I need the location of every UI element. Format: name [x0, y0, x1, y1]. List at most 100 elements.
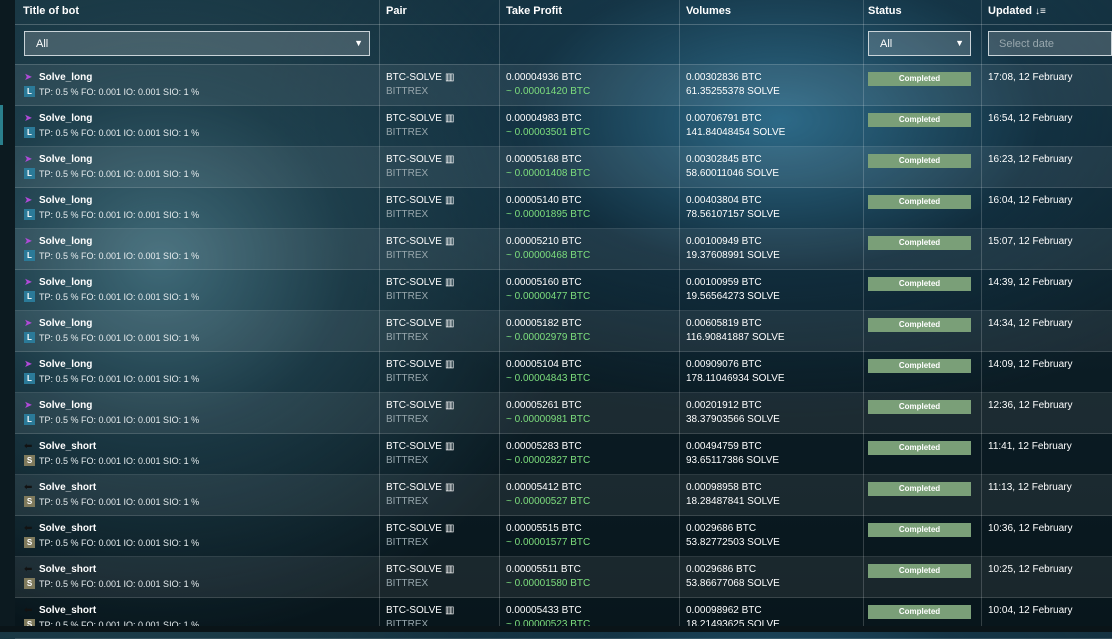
volume-solve: 19.37608991 SOLVE: [686, 250, 780, 261]
chart-icon[interactable]: ▥: [445, 400, 454, 411]
table-row[interactable]: ⬅ Solve_short S TP: 0.5 % FO: 0.001 IO: 0.0…: [15, 516, 1112, 557]
take-profit-value: 0.00005182 BTC: [506, 318, 582, 329]
table-row[interactable]: ➤ Solve_long L TP: 0.5 % FO: 0.001 IO: 0.00…: [15, 106, 1112, 147]
bot-title[interactable]: Solve_long: [39, 154, 92, 165]
chart-icon[interactable]: ▥: [445, 482, 454, 493]
chart-icon[interactable]: ▥: [445, 605, 454, 616]
long-bot-icon: ➤: [24, 359, 33, 370]
pair-label: BTC-SOLVE: [386, 72, 442, 83]
chart-icon[interactable]: ▥: [445, 318, 454, 329]
exchange-label: BITTREX: [386, 373, 429, 384]
bot-title[interactable]: Solve_long: [39, 236, 92, 247]
horizontal-scrollbar[interactable]: [0, 626, 1112, 632]
chart-icon[interactable]: ▥: [445, 113, 454, 124]
bot-title[interactable]: Solve_short: [39, 564, 96, 575]
pair-cell: BTC-SOLVE ▥: [386, 277, 454, 288]
bot-title[interactable]: Solve_short: [39, 605, 96, 616]
take-profit-diff: ~ 0.00000468 BTC: [506, 250, 591, 261]
table-row[interactable]: ⬅ Solve_short S TP: 0.5 % FO: 0.001 IO: 0.0…: [15, 475, 1112, 516]
table-row[interactable]: ➤ Solve_long L TP: 0.5 % FO: 0.001 IO: 0.00…: [15, 352, 1112, 393]
exchange-label: BITTREX: [386, 414, 429, 425]
bot-type-badge: L: [24, 250, 35, 261]
header-volumes[interactable]: Volumes: [686, 5, 731, 17]
bot-title[interactable]: Solve_long: [39, 318, 92, 329]
updated-time: 11:41, 12 February: [988, 441, 1072, 452]
updated-time: 10:25, 12 February: [988, 564, 1073, 575]
table-row[interactable]: ➤ Solve_long L TP: 0.5 % FO: 0.001 IO: 0.00…: [15, 270, 1112, 311]
exchange-label: BITTREX: [386, 537, 429, 548]
header-updated[interactable]: Updated ↓≡: [988, 5, 1046, 17]
bot-params: TP: 0.5 % FO: 0.001 IO: 0.001 SIO: 1 %: [39, 87, 200, 97]
pair-label: BTC-SOLVE: [386, 318, 442, 329]
volume-btc: 0.00909076 BTC: [686, 359, 762, 370]
bot-title[interactable]: Solve_long: [39, 113, 92, 124]
pair-cell: BTC-SOLVE ▥: [386, 195, 454, 206]
bot-title[interactable]: Solve_long: [39, 359, 92, 370]
pair-label: BTC-SOLVE: [386, 195, 442, 206]
bot-type-badge: L: [24, 168, 35, 179]
header-status[interactable]: Status: [868, 5, 902, 17]
bot-type-badge: L: [24, 414, 35, 425]
pair-label: BTC-SOLVE: [386, 400, 442, 411]
bot-title[interactable]: Solve_long: [39, 195, 92, 206]
long-bot-icon: ➤: [24, 113, 33, 124]
chart-icon[interactable]: ▥: [445, 441, 454, 452]
status-badge: Completed: [868, 441, 971, 455]
exchange-label: BITTREX: [386, 332, 429, 343]
chart-icon[interactable]: ▥: [445, 195, 454, 206]
header-take-profit[interactable]: Take Profit: [506, 5, 562, 17]
table-row[interactable]: ➤ Solve_long L TP: 0.5 % FO: 0.001 IO: 0.00…: [15, 393, 1112, 434]
table-row[interactable]: ➤ Solve_long L TP: 0.5 % FO: 0.001 IO: 0.00…: [15, 311, 1112, 352]
date-filter-input[interactable]: Select date: [988, 31, 1112, 56]
status-badge: Completed: [868, 236, 971, 250]
status-badge: Completed: [868, 154, 971, 168]
chart-icon[interactable]: ▥: [445, 359, 454, 370]
volume-btc: 0.00605819 BTC: [686, 318, 762, 329]
table-row[interactable]: ⬅ Solve_short S TP: 0.5 % FO: 0.001 IO: 0.0…: [15, 598, 1112, 639]
pair-cell: BTC-SOLVE ▥: [386, 482, 454, 493]
status-filter-select[interactable]: All ▼: [868, 31, 971, 56]
bot-params: TP: 0.5 % FO: 0.001 IO: 0.001 SIO: 1 %: [39, 374, 200, 384]
bot-title[interactable]: Solve_long: [39, 400, 92, 411]
chart-icon[interactable]: ▥: [445, 277, 454, 288]
header-title-of-bot[interactable]: Title of bot: [23, 5, 79, 17]
volume-btc: 0.00494759 BTC: [686, 441, 762, 452]
title-filter-value: All: [36, 38, 49, 50]
take-profit-diff: ~ 0.00000527 BTC: [506, 496, 591, 507]
title-filter-select[interactable]: All ▼: [24, 31, 370, 56]
bot-params: TP: 0.5 % FO: 0.001 IO: 0.001 SIO: 1 %: [39, 169, 200, 179]
active-row-indicator: [0, 105, 3, 145]
bot-title[interactable]: Solve_long: [39, 72, 92, 83]
chart-icon[interactable]: ▥: [445, 72, 454, 83]
chart-icon[interactable]: ▥: [445, 236, 454, 247]
volume-solve: 141.84048454 SOLVE: [686, 127, 786, 138]
exchange-label: BITTREX: [386, 578, 429, 589]
chart-icon[interactable]: ▥: [445, 154, 454, 165]
chart-icon[interactable]: ▥: [445, 564, 454, 575]
bot-params: TP: 0.5 % FO: 0.001 IO: 0.001 SIO: 1 %: [39, 415, 200, 425]
volume-btc: 0.00100959 BTC: [686, 277, 762, 288]
bot-title[interactable]: Solve_short: [39, 482, 96, 493]
header-updated-label: Updated: [988, 5, 1032, 17]
short-bot-icon: ⬅: [24, 482, 33, 493]
sort-descending-icon[interactable]: ↓≡: [1035, 6, 1046, 17]
chart-icon[interactable]: ▥: [445, 523, 454, 534]
table-row[interactable]: ➤ Solve_long L TP: 0.5 % FO: 0.001 IO: 0.00…: [15, 229, 1112, 270]
take-profit-diff: ~ 0.00001580 BTC: [506, 578, 591, 589]
bot-title[interactable]: Solve_long: [39, 277, 92, 288]
table-row[interactable]: ➤ Solve_long L TP: 0.5 % FO: 0.001 IO: 0.00…: [15, 65, 1112, 106]
volume-btc: 0.00706791 BTC: [686, 113, 762, 124]
header-pair[interactable]: Pair: [386, 5, 407, 17]
exchange-label: BITTREX: [386, 209, 429, 220]
status-badge: Completed: [868, 482, 971, 496]
take-profit-diff: ~ 0.00002827 BTC: [506, 455, 591, 466]
table-row[interactable]: ⬅ Solve_short S TP: 0.5 % FO: 0.001 IO: 0.0…: [15, 434, 1112, 475]
updated-time: 14:34, 12 February: [988, 318, 1073, 329]
bot-title[interactable]: Solve_short: [39, 441, 96, 452]
volume-btc: 0.00302845 BTC: [686, 154, 762, 165]
table-row[interactable]: ⬅ Solve_short S TP: 0.5 % FO: 0.001 IO: 0.0…: [15, 557, 1112, 598]
bot-title[interactable]: Solve_short: [39, 523, 96, 534]
table-row[interactable]: ➤ Solve_long L TP: 0.5 % FO: 0.001 IO: 0.00…: [15, 147, 1112, 188]
table-row[interactable]: ➤ Solve_long L TP: 0.5 % FO: 0.001 IO: 0.00…: [15, 188, 1112, 229]
take-profit-diff: ~ 0.00002979 BTC: [506, 332, 591, 343]
